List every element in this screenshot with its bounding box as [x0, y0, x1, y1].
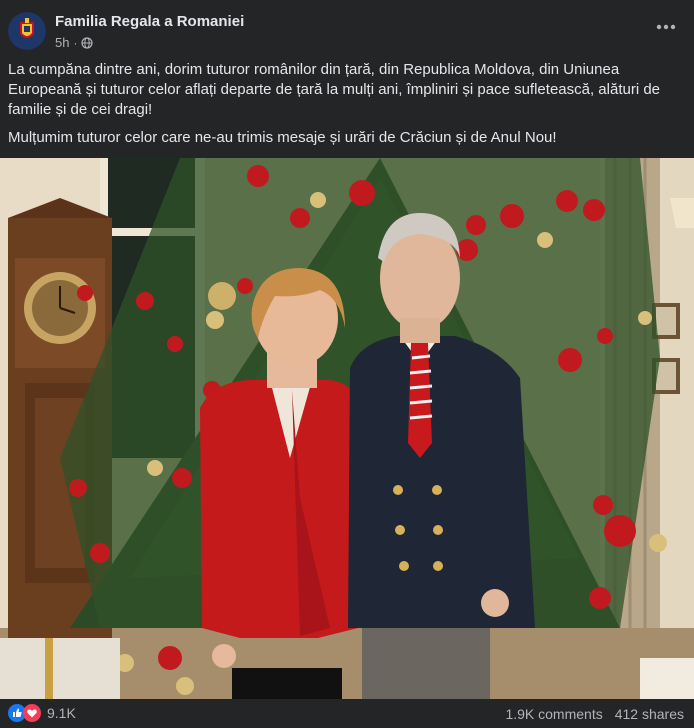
reactions-summary[interactable]: 9.1K: [8, 704, 76, 722]
post-meta: 5h ·: [55, 35, 94, 50]
post-text: La cumpăna dintre ani, dorim tuturor rom…: [8, 60, 688, 156]
post-time[interactable]: 5h: [55, 35, 69, 50]
page-avatar[interactable]: [8, 12, 46, 50]
post-stats: 1.9K comments 412 shares: [505, 706, 684, 722]
globe-icon: [81, 36, 94, 49]
shares-count-link[interactable]: 412 shares: [615, 706, 684, 722]
reaction-count: 9.1K: [47, 705, 76, 721]
post-footer: 9.1K 1.9K comments 412 shares: [0, 700, 694, 728]
more-options-icon[interactable]: [654, 20, 678, 34]
separator-dot: ·: [73, 35, 78, 50]
royal-coat-of-arms-icon: [8, 12, 46, 50]
post-paragraph-1: La cumpăna dintre ani, dorim tuturor rom…: [8, 61, 661, 118]
comments-count-link[interactable]: 1.9K comments: [505, 706, 602, 722]
post-photo[interactable]: [0, 158, 694, 699]
post-paragraph-2: Mulțumim tuturor celor care ne-au trimis…: [8, 129, 557, 146]
post-header: Familia Regala a Romaniei 5h ·: [0, 0, 694, 58]
page-name-link[interactable]: Familia Regala a Romaniei: [55, 13, 244, 30]
love-reaction-icon: [23, 704, 41, 722]
